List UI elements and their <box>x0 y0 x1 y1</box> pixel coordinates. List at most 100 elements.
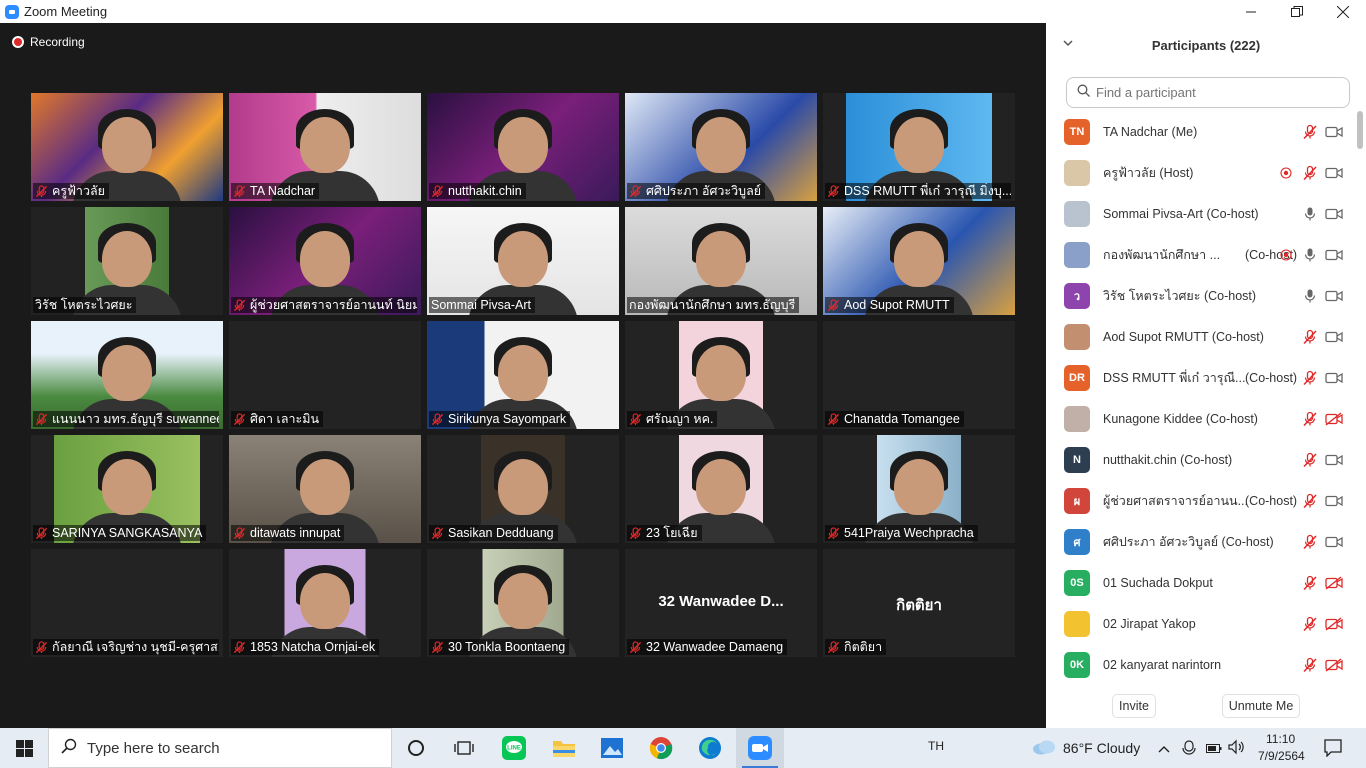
windows-start-icon[interactable] <box>0 728 48 768</box>
participant-search-input[interactable] <box>1096 85 1336 100</box>
volume-icon[interactable] <box>1228 739 1246 760</box>
notifications-icon[interactable] <box>1324 739 1342 762</box>
video-tile[interactable]: กัลยาณี เจริญช่าง นุชมี-ครุศาส... <box>31 549 223 657</box>
video-tile[interactable]: TA Nadchar <box>229 93 421 201</box>
mic-icon[interactable] <box>1302 206 1318 222</box>
minimize-icon[interactable] <box>1228 0 1274 23</box>
chrome-icon[interactable] <box>637 728 685 768</box>
weather-text[interactable]: 86°F Cloudy <box>1063 740 1140 756</box>
muted-mic-icon[interactable] <box>1302 329 1318 345</box>
video-tile[interactable]: กองพัฒนานักศึกษา มทร.ธัญบุรี <box>625 207 817 315</box>
video-tile[interactable]: Sasikan Dedduang <box>427 435 619 543</box>
participant-list-scrollbar[interactable] <box>1357 111 1363 686</box>
video-tile[interactable]: DSS RMUTT พี่เก๋ วารุณี มิ่งบุ... <box>823 93 1015 201</box>
video-tile[interactable]: SARINYA SANGKASANYA <box>31 435 223 543</box>
muted-mic-icon[interactable] <box>1302 657 1318 673</box>
video-tile[interactable]: 32 Wanwadee D... 32 Wanwadee Damaeng <box>625 549 817 657</box>
participant-row[interactable]: 0S 01 Suchada Dokput <box>1046 562 1356 603</box>
taskbar-search-box[interactable]: Type here to search <box>48 728 392 768</box>
video-tile[interactable]: แนนนาว มทร.ธัญบุรี suwannee <box>31 321 223 429</box>
video-icon[interactable] <box>1325 288 1343 304</box>
video-icon[interactable] <box>1325 206 1343 222</box>
video-icon[interactable] <box>1325 329 1343 345</box>
cortana-icon[interactable] <box>392 728 440 768</box>
muted-mic-icon[interactable] <box>1302 370 1318 386</box>
video-tile[interactable]: 1853 Natcha Ornjai-ek <box>229 549 421 657</box>
participant-row[interactable]: DR DSS RMUTT พี่เก๋ วารุณี... (Co-host) <box>1046 357 1356 398</box>
close-icon[interactable] <box>1320 0 1366 23</box>
video-icon[interactable] <box>1325 247 1343 263</box>
video-icon[interactable] <box>1325 534 1343 550</box>
video-tile[interactable]: nutthakit.chin <box>427 93 619 201</box>
video-icon[interactable] <box>1325 124 1343 140</box>
muted-mic-icon[interactable] <box>1302 165 1318 181</box>
participant-list[interactable]: TN TA Nadchar (Me) ครูฟ้าวลัย (Host) Sommai… <box>1046 111 1366 686</box>
video-tile[interactable]: ครูฟ้าวลัย <box>31 93 223 201</box>
muted-mic-icon[interactable] <box>1302 493 1318 509</box>
video-tile[interactable]: ผู้ช่วยศาสตราจารย์อานนท์ นิยม... <box>229 207 421 315</box>
tile-participant-name: TA Nadchar <box>250 184 316 198</box>
meet-now-icon[interactable] <box>1182 740 1196 761</box>
participant-row[interactable]: 02 Jirapat Yakop <box>1046 603 1356 644</box>
video-tile[interactable]: 30 Tonkla Boontaeng <box>427 549 619 657</box>
muted-mic-icon[interactable] <box>1302 124 1318 140</box>
chevron-up-icon[interactable] <box>1158 741 1170 759</box>
video-tile[interactable]: Sirikunya Sayompark <box>427 321 619 429</box>
video-tile[interactable]: ศรัณญา หค. <box>625 321 817 429</box>
participant-search-box[interactable] <box>1066 77 1350 108</box>
participant-row[interactable]: ว วิรัช โหตระไวศยะ (Co-host) <box>1046 275 1356 316</box>
tile-participant-name: Chanatda Tomangee <box>844 412 960 426</box>
edge-icon[interactable] <box>686 728 734 768</box>
muted-mic-icon[interactable] <box>1302 575 1318 591</box>
muted-mic-icon[interactable] <box>1302 616 1318 632</box>
participant-row[interactable]: ศ ศศิประภา อัศวะวิบูลย์ (Co-host) <box>1046 521 1356 562</box>
video-tile[interactable]: Aod Supot RMUTT <box>823 207 1015 315</box>
participant-row[interactable]: TN TA Nadchar (Me) <box>1046 111 1356 152</box>
scrollbar-thumb[interactable] <box>1357 111 1363 149</box>
participant-row[interactable]: 0K 02 kanyarat narintorn <box>1046 644 1356 685</box>
muted-mic-icon[interactable] <box>1302 452 1318 468</box>
video-tile[interactable]: ditawats innupat <box>229 435 421 543</box>
video-off-icon[interactable] <box>1325 411 1343 427</box>
video-icon[interactable] <box>1325 452 1343 468</box>
participant-row[interactable]: Nnutthakit.chin (Co-host) <box>1046 439 1356 480</box>
video-icon[interactable] <box>1325 493 1343 509</box>
participant-row[interactable]: Sommai Pivsa-Art (Co-host) <box>1046 193 1356 234</box>
video-tile[interactable]: 23 โยเฉีย <box>625 435 817 543</box>
video-tile[interactable]: 541Praiya Wechpracha <box>823 435 1015 543</box>
participant-row[interactable]: Kunagone Kiddee (Co-host) <box>1046 398 1356 439</box>
video-tile[interactable]: ศศิประภา อัศวะวิบูลย์ <box>625 93 817 201</box>
video-tile[interactable]: วิรัช โหตระไวศยะ <box>31 207 223 315</box>
video-off-icon[interactable] <box>1325 616 1343 632</box>
invite-button[interactable]: Invite <box>1112 694 1156 718</box>
restore-icon[interactable] <box>1274 0 1320 23</box>
line-icon[interactable]: LINE <box>490 728 538 768</box>
muted-mic-icon[interactable] <box>1302 534 1318 550</box>
video-icon[interactable] <box>1325 370 1343 386</box>
mic-icon[interactable] <box>1302 288 1318 304</box>
mic-icon[interactable] <box>1302 247 1318 263</box>
video-icon[interactable] <box>1325 165 1343 181</box>
participant-row[interactable]: ผ ผู้ช่วยศาสตราจารย์อานน... (Co-host) <box>1046 480 1356 521</box>
photos-icon[interactable] <box>588 728 636 768</box>
battery-icon[interactable] <box>1206 741 1222 759</box>
zoom-icon[interactable] <box>736 728 784 768</box>
video-tile[interactable]: ศิดา เลาะมิน <box>229 321 421 429</box>
video-tile[interactable]: Chanatda Tomangee <box>823 321 1015 429</box>
video-tile[interactable]: Sommai Pivsa-Art <box>427 207 619 315</box>
file-explorer-icon[interactable] <box>540 728 588 768</box>
input-language[interactable]: TH <box>928 739 944 753</box>
participant-row[interactable]: Aod Supot RMUTT (Co-host) <box>1046 316 1356 357</box>
task-view-icon[interactable] <box>440 728 488 768</box>
clock-time[interactable]: 11:10 <box>1266 732 1295 746</box>
recording-indicator[interactable]: Recording <box>12 35 85 49</box>
muted-mic-icon[interactable] <box>1302 411 1318 427</box>
participant-row[interactable]: ครูฟ้าวลัย (Host) <box>1046 152 1356 193</box>
participant-row[interactable]: กองพัฒนานักศึกษา ... (Co-host) <box>1046 234 1356 275</box>
video-off-icon[interactable] <box>1325 575 1343 591</box>
unmute-me-button[interactable]: Unmute Me <box>1222 694 1300 718</box>
chevron-down-icon[interactable] <box>1062 37 1078 53</box>
video-off-icon[interactable] <box>1325 657 1343 673</box>
clock-date[interactable]: 7/9/2564 <box>1258 749 1305 763</box>
video-tile[interactable]: กิตติยา กิตติยา <box>823 549 1015 657</box>
